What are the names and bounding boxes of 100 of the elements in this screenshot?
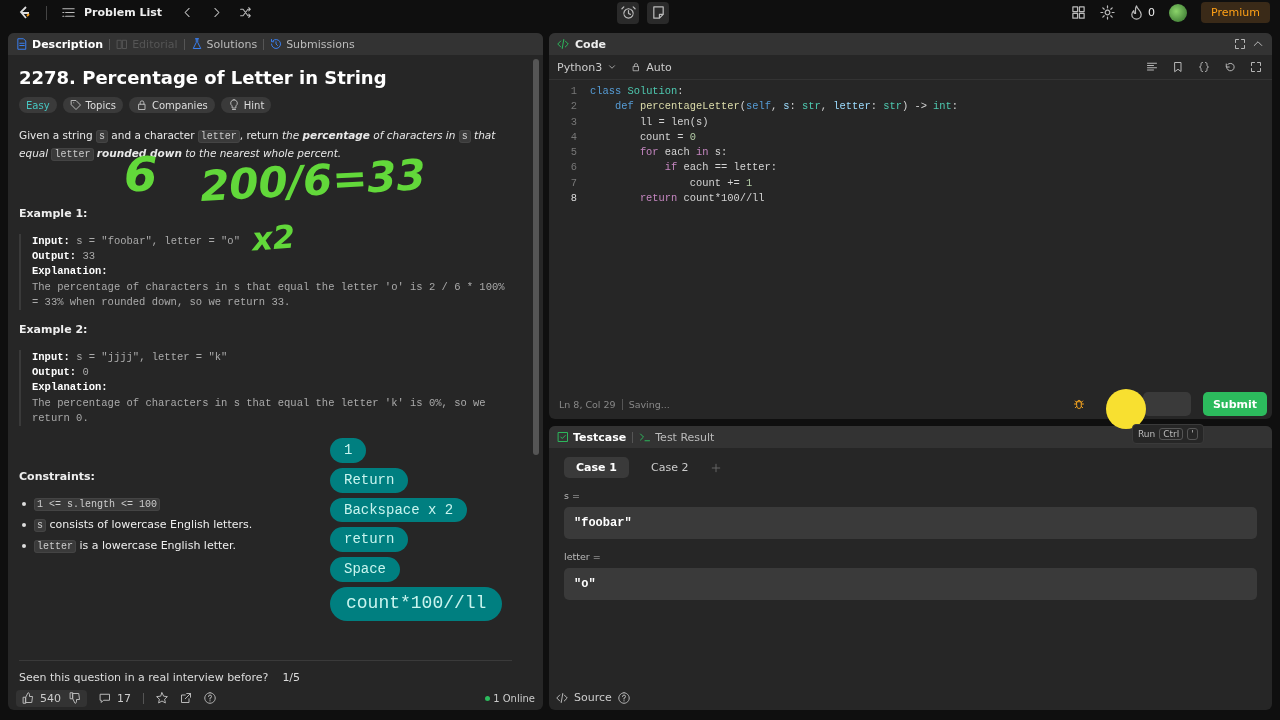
explanation-text: The percentage of characters in s that equal the letter 'k' is 0%, so we return 0. [32,395,487,426]
fullscreen-icon[interactable] [1250,61,1262,73]
mode-button[interactable]: Auto [631,60,672,74]
thumbs-down-icon[interactable] [69,692,81,704]
like-button[interactable]: 540 [22,691,61,705]
input-field[interactable]: "foobar" [564,507,1257,539]
star-icon[interactable] [156,692,168,704]
scrollbar-thumb[interactable] [533,59,539,455]
share-icon[interactable] [180,692,192,704]
save-status: Saving... [628,398,670,410]
timer-button[interactable] [617,1,639,24]
example-heading: Example 2: [19,323,88,336]
panel-tab[interactable]: Testcase [557,430,627,444]
problem-list-link[interactable]: Problem List [61,5,163,20]
code-line: count += 1 [688,175,753,191]
bookmark-icon[interactable] [1172,61,1184,73]
lock-icon [135,99,148,111]
tooltip-label: Run [1138,429,1156,439]
run-button[interactable] [1143,392,1191,416]
line-number: 6 [569,160,578,176]
grid-icon[interactable] [1071,5,1087,20]
input-label: Input: [32,235,70,247]
param-label: s = [564,490,581,501]
output-label: Output: [32,250,77,263]
case-tab[interactable]: Case 1 [564,457,629,478]
panel-title: Code [575,37,606,51]
online-dot [485,695,491,701]
maximize-icon[interactable] [1234,38,1246,50]
code-line: ll = len(s) [638,114,709,130]
panel-tab[interactable]: Submissions [270,37,355,51]
tag-icon [69,99,82,111]
flask-icon [190,38,203,50]
handwritten-note: x2 [250,220,296,256]
history-icon [270,38,283,50]
line-number: 3 [569,114,578,130]
topics-button[interactable]: Topics [62,97,123,113]
explanation-text: The percentage of characters in s that equal the letter 'o' is 2 / 6 * 100% = 33% when rounded down, so we return 33. [32,279,506,310]
code-line: return count*100//ll [638,191,765,207]
reset-icon[interactable] [1224,61,1236,73]
example-heading: Example 1: [19,207,88,220]
help-icon[interactable] [617,691,630,704]
case-tab[interactable]: Case 2 [639,457,701,478]
speech-bubble-icon [99,692,111,704]
shortcut-key: Ctrl [1159,428,1184,440]
explanation-label: Explanation: [32,381,108,394]
language-dropdown[interactable]: Python3 [557,60,618,74]
terminal-icon [639,431,652,443]
list-icon [61,5,76,20]
code-line: if each == letter: [663,160,778,176]
lock-icon [631,62,642,72]
settings-icon[interactable] [1100,5,1116,20]
shuffle-icon[interactable] [239,6,253,19]
code-line: def percentageLetter(self, s: str, letter: str) -> int: [613,99,959,115]
keystroke-bubble: 1 [330,438,367,463]
chevron-down-icon [607,62,618,72]
streak-count: 0 [1148,6,1156,19]
flame-icon[interactable] [1129,5,1145,20]
panel-tab[interactable]: Solutions [190,37,258,51]
line-number: 1 [569,84,578,99]
code-line: class Solution: [590,84,684,99]
output-label: Output: [32,366,77,379]
alarm-clock-icon [620,5,636,20]
constraint-text: 1 <= s.length <= 100 [34,497,161,511]
companies-button[interactable]: Companies [128,97,215,113]
notes-button[interactable] [647,1,669,24]
hint-button[interactable]: Hint [220,97,272,113]
book-icon [116,38,129,50]
difficulty-badge: Easy [19,97,57,113]
interview-count: 1/5 [282,671,301,684]
problem-title: 2278. Percentage of Letter in String [19,67,388,88]
comments-button[interactable]: 17 [99,691,131,705]
constraints-heading: Constraints: [19,470,95,484]
help-icon[interactable] [204,692,216,704]
source-link[interactable]: Source [574,691,612,704]
panel-tab[interactable]: Description [16,37,104,51]
panel-tab[interactable]: Test Result [639,430,715,444]
param-label: letter = [564,551,602,562]
line-number: 2 [569,99,578,115]
keystroke-bubble: return [330,527,409,553]
premium-button[interactable]: Premium [1201,2,1270,23]
bug-icon[interactable] [1073,398,1085,410]
avatar[interactable] [1169,3,1188,22]
lightbulb-icon [227,99,240,111]
keystroke-bubble: Space [330,557,400,582]
braces-icon[interactable] [1198,61,1210,73]
keystroke-bubble: count*100//ll [330,587,503,621]
document-icon [16,38,28,50]
checkbox-icon [557,431,569,443]
format-icon[interactable] [1146,61,1158,73]
cursor-position: Ln 8, Col 29 [559,398,616,410]
shortcut-key: ' [1187,428,1198,440]
thumbs-up-icon [22,692,34,704]
constraint-text: s consists of lowercase English letters. [34,518,253,532]
code-line: for each in s: [638,145,728,161]
note-icon [650,5,666,20]
line-number: 4 [569,129,578,145]
input-field[interactable]: "o" [564,568,1257,600]
interview-question: Seen this question in a real interview before? [19,671,269,684]
input-value: s = "foobar", letter = "o" [76,235,240,247]
code-icon [557,38,569,50]
